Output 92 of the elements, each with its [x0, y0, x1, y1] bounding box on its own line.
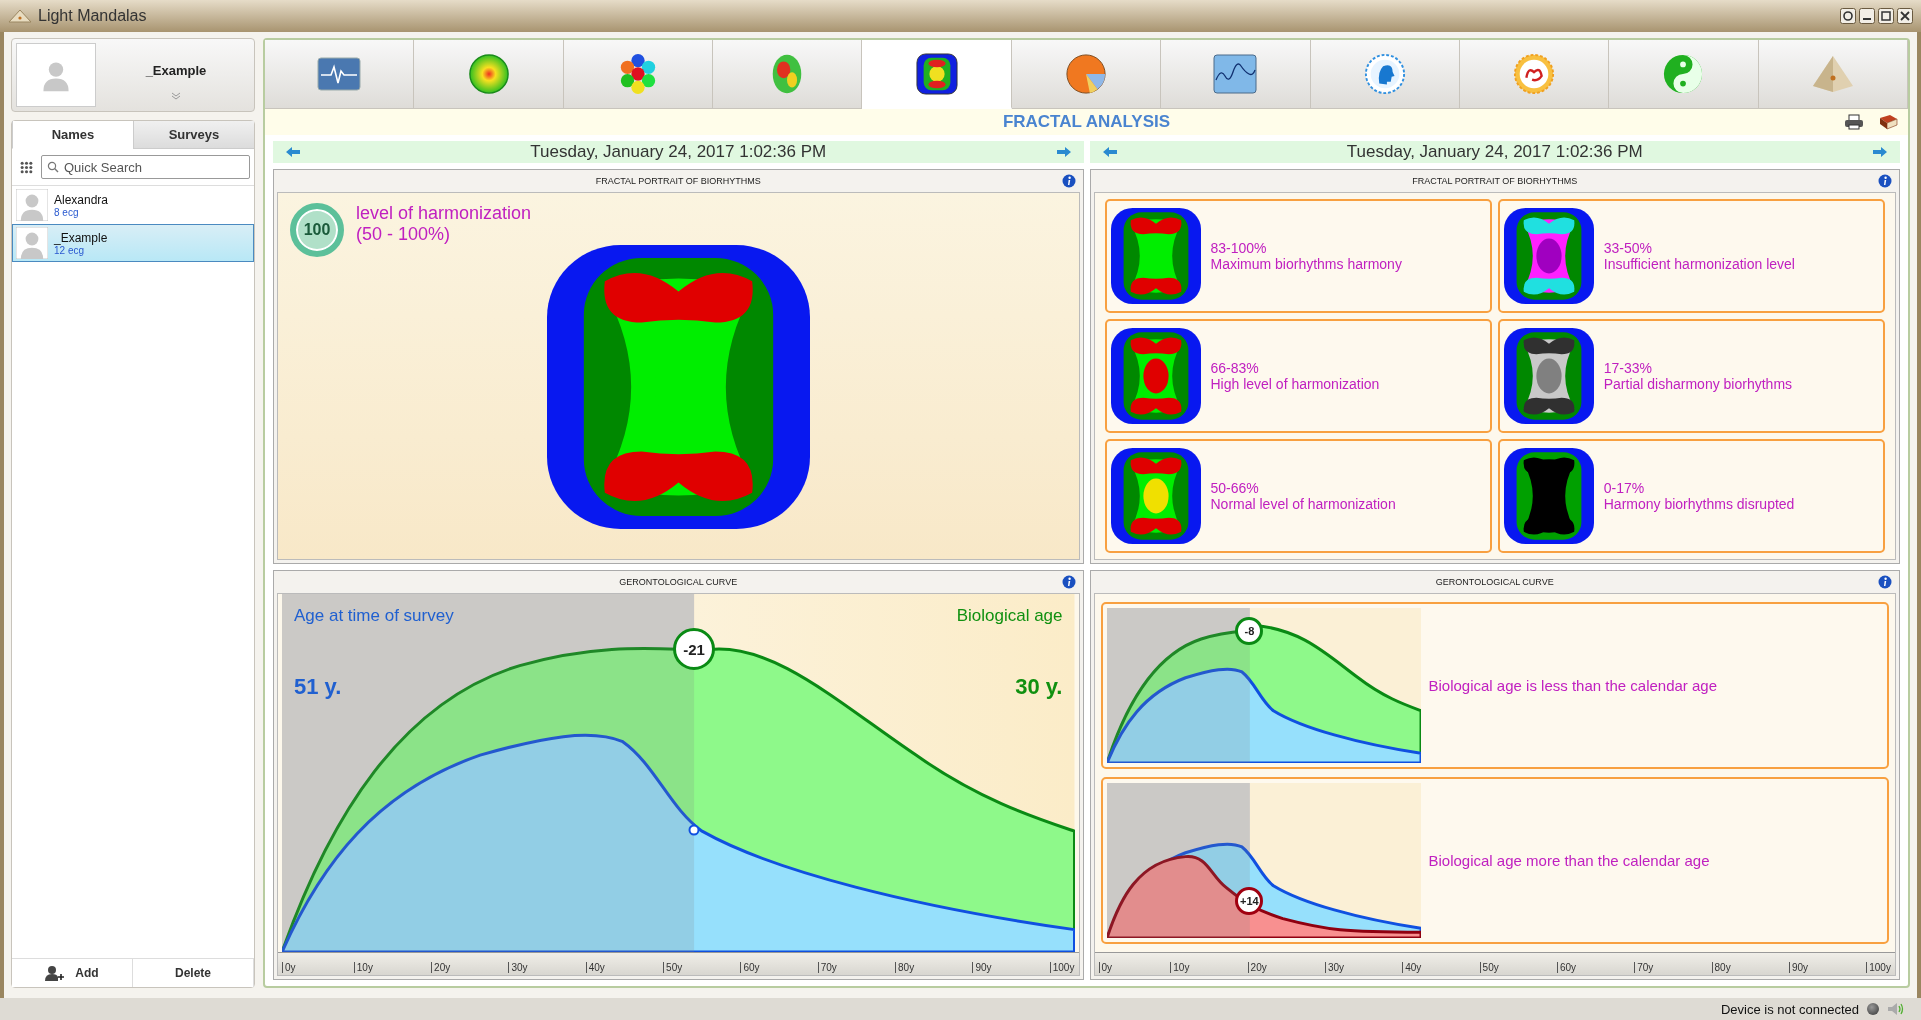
orb-icon — [466, 53, 511, 95]
axis-tick-label: 70y — [1634, 962, 1654, 973]
axis-tick-label: 30y — [1324, 962, 1345, 973]
axis-tick-label: 30y — [508, 962, 528, 973]
legend-range: 17-33% — [1603, 360, 1653, 376]
score-ring: 100 — [290, 203, 344, 257]
ecg-count: 12 ecg — [54, 244, 85, 256]
info-icon[interactable] — [1878, 174, 1892, 188]
axis-tick-label: 80y — [895, 962, 915, 973]
window-title: Light Mandalas — [38, 7, 147, 25]
search-icon — [47, 161, 59, 173]
legend-range: 33-50% — [1603, 240, 1653, 256]
panel-title: FRACTAL PORTRAIT OF BIORHYTHMS — [1412, 176, 1578, 186]
panel-title: FRACTAL PORTRAIT OF BIORHYTHMS — [595, 176, 761, 186]
arrow-left-icon[interactable] — [1101, 146, 1118, 158]
toolbar-tab[interactable] — [862, 40, 1012, 109]
minimize-icon[interactable] — [1859, 8, 1875, 24]
axis-tick-label: 20y — [1247, 962, 1267, 973]
panel-title: GERONTOLOGICAL CURVE — [1435, 577, 1554, 587]
profile-card[interactable]: _Example — [11, 38, 255, 112]
axis-tick-label: 40y — [1402, 962, 1422, 973]
axis-tick-label: 90y — [972, 962, 992, 973]
info-icon[interactable] — [1878, 575, 1892, 589]
biological-age-label: Biological age — [956, 606, 1063, 626]
app-logo-icon — [8, 9, 32, 23]
search-field[interactable]: Quick Search — [41, 155, 250, 179]
axis-tick-label: 80y — [1711, 962, 1731, 973]
arrow-left-icon[interactable] — [285, 146, 301, 158]
legend-description: Biological age is less than the calendar age — [1428, 677, 1718, 694]
section-title: FRACTAL ANALYSIS — [1002, 112, 1171, 132]
legend-description: Normal level of harmonization — [1210, 496, 1396, 512]
axis-tick-label: 20y — [431, 962, 451, 973]
harmonization-label: level of harmonization — [356, 203, 532, 224]
grid-icon[interactable] — [20, 160, 33, 174]
sun-badge-icon — [1512, 53, 1557, 95]
avatar-icon — [16, 189, 48, 221]
arrow-right-icon[interactable] — [1872, 146, 1888, 158]
legend-range: 50-66% — [1210, 480, 1260, 496]
axis-tick-label: 40y — [585, 962, 605, 973]
head-profile-icon — [1362, 53, 1407, 95]
wave-graph-icon — [1213, 53, 1258, 95]
status-light-icon — [1867, 1003, 1879, 1015]
axis-tick-label: 0y — [282, 962, 296, 973]
age-label: Age at time of survey — [294, 606, 454, 626]
legend-description: Insufficient harmonization level — [1603, 256, 1795, 272]
legend-range: 0-17% — [1603, 480, 1646, 496]
ecg-count: 8 ecg — [54, 206, 80, 218]
harmonization-range: (50 - 100%) — [356, 224, 452, 245]
settings-icon[interactable] — [1840, 8, 1856, 24]
info-icon[interactable] — [1061, 174, 1076, 188]
pie-chart-icon — [1063, 53, 1108, 95]
add-user-icon — [45, 965, 66, 981]
person-item[interactable]: _Example 12 ecg — [12, 224, 254, 262]
avatar-icon — [16, 227, 48, 259]
axis-tick-label: 10y — [1170, 962, 1190, 973]
legend-description: Biological age more than the calendar age — [1428, 852, 1710, 869]
age-value: 51 y. — [294, 674, 342, 700]
connection-status: Device is not connected — [1720, 1001, 1859, 1017]
legend-description: High level of harmonization — [1210, 376, 1380, 392]
info-icon[interactable] — [1061, 575, 1076, 589]
person-name: _Example — [54, 230, 108, 245]
legend-description: Maximum biorhythms harmony — [1210, 256, 1402, 272]
axis-tick-label: 100y — [1049, 962, 1075, 973]
person-name: Alexandra — [54, 192, 109, 207]
axis-tick-label: 70y — [817, 962, 837, 973]
axis-tick-label: 50y — [1479, 962, 1499, 973]
axis-tick-label: 10y — [353, 962, 373, 973]
date-text: Tuesday, January 24, 2017 1:02:36 PM — [1345, 142, 1644, 162]
sidebar-tab[interactable]: Surveys — [133, 121, 254, 149]
person-item[interactable]: Alexandra 8 ecg — [12, 186, 254, 224]
panel-title: GERONTOLOGICAL CURVE — [619, 577, 738, 587]
profile-name: _Example — [145, 62, 207, 78]
legend-range: 83-100% — [1210, 240, 1268, 256]
axis-tick-label: 60y — [740, 962, 760, 973]
arrow-right-icon[interactable] — [1055, 146, 1072, 158]
biological-age-value: 30 y. — [1015, 674, 1063, 700]
close-icon[interactable] — [1897, 8, 1913, 24]
legend-range: 66-83% — [1210, 360, 1260, 376]
axis-tick-label: 0y — [1098, 962, 1113, 973]
axis-tick-label: 90y — [1788, 962, 1808, 973]
legend-description: Harmony biorhythms disrupted — [1603, 496, 1795, 512]
printer-icon[interactable] — [1844, 114, 1864, 130]
axis-tick-label: 50y — [663, 962, 683, 973]
maximize-icon[interactable] — [1878, 8, 1894, 24]
fractal-icon — [914, 52, 959, 95]
book-icon[interactable] — [1878, 114, 1898, 130]
axis-tick-label: 100y — [1866, 962, 1891, 973]
axis-tick-label: 60y — [1556, 962, 1577, 973]
sidebar-button[interactable]: Add — [12, 959, 133, 987]
curve-point-icon — [688, 824, 700, 836]
date-text: Tuesday, January 24, 2017 1:02:36 PM — [529, 142, 828, 162]
legend-description: Partial disharmony biorhythms — [1603, 376, 1793, 392]
